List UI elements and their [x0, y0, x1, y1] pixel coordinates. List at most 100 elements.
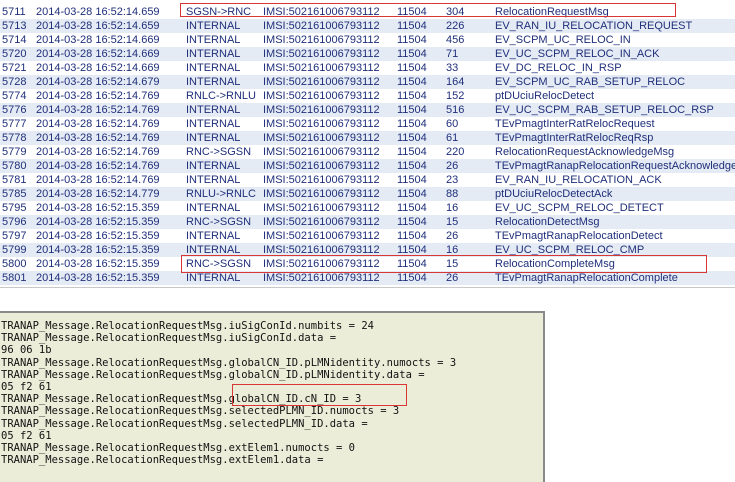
row-code: 11504	[397, 244, 427, 256]
table-row[interactable]: 5780 2014-03-28 16:52:14.769 INTERNAL IMSI:…	[0, 159, 735, 173]
decode-line: TRANAP_Message.RelocationRequestMsg.extE…	[1, 454, 324, 467]
row-timestamp: 2014-03-28 16:52:14.669	[36, 48, 160, 60]
row-message-name: ptDUciuRelocDetectAck	[495, 188, 613, 200]
table-row[interactable]: 5774 2014-03-28 16:52:14.769 RNLC->RNLU IMS…	[0, 89, 735, 103]
row-length: 33	[446, 62, 459, 74]
row-id: 5774	[2, 90, 27, 102]
row-message-name: EV_UC_SCPM_RELOC_CMP	[495, 244, 645, 256]
row-direction: INTERNAL	[186, 34, 241, 46]
row-length: 26	[446, 230, 459, 242]
row-id: 5778	[2, 132, 27, 144]
row-imsi: IMSI:502161006793112	[263, 174, 380, 186]
row-direction: RNC->SGSN	[186, 216, 252, 228]
table-row[interactable]: 5801 2014-03-28 16:52:15.359 INTERNAL IMSI:…	[0, 271, 735, 285]
table-row[interactable]: 5796 2014-03-28 16:52:15.359 RNC->SGSN IMSI…	[0, 215, 735, 229]
decode-line: TRANAP_Message.RelocationRequestMsg.iuSi…	[1, 332, 337, 345]
row-id: 5713	[2, 20, 27, 32]
row-id: 5780	[2, 160, 27, 172]
row-timestamp: 2014-03-28 16:52:14.769	[36, 174, 160, 186]
table-row[interactable]: 5713 2014-03-28 16:52:14.659 INTERNAL IMSI:…	[0, 19, 735, 33]
row-timestamp: 2014-03-28 16:52:15.359	[36, 258, 160, 270]
row-code: 11504	[397, 132, 427, 144]
table-row[interactable]: 5795 2014-03-28 16:52:15.359 INTERNAL IMSI:…	[0, 201, 735, 215]
row-code: 11504	[397, 146, 427, 158]
table-row[interactable]: 5799 2014-03-28 16:52:15.359 INTERNAL IMSI:…	[0, 243, 735, 257]
row-timestamp: 2014-03-28 16:52:14.669	[36, 62, 160, 74]
row-direction: INTERNAL	[186, 272, 241, 284]
row-id: 5781	[2, 174, 27, 186]
table-row[interactable]: 5781 2014-03-28 16:52:14.769 INTERNAL IMSI:…	[0, 173, 735, 187]
decode-line: TRANAP_Message.RelocationRequestMsg.sele…	[1, 417, 368, 430]
decode-line: TRANAP_Message.RelocationRequestMsg.sele…	[1, 405, 400, 418]
decode-line: TRANAP_Message.RelocationRequestMsg.iuSi…	[1, 320, 374, 332]
row-timestamp: 2014-03-28 16:52:14.769	[36, 160, 160, 172]
row-length: 220	[446, 146, 465, 158]
row-length: 15	[446, 216, 459, 228]
row-imsi: IMSI:502161006793112	[263, 244, 380, 256]
row-length: 61	[446, 132, 459, 144]
row-code: 11504	[397, 202, 427, 214]
decode-line: 05 f2 61	[1, 381, 52, 393]
row-id: 5777	[2, 118, 27, 130]
table-row[interactable]: 5711 2014-03-28 16:52:14.659 SGSN->RNC IMSI…	[0, 5, 735, 19]
table-row[interactable]: 5776 2014-03-28 16:52:14.769 INTERNAL IMSI:…	[0, 103, 735, 117]
row-imsi: IMSI:502161006793112	[263, 160, 380, 172]
row-id: 5720	[2, 48, 27, 60]
table-row[interactable]: 5785 2014-03-28 16:52:14.779 RNLU->RNLC IMS…	[0, 187, 735, 201]
row-id: 5721	[2, 62, 27, 74]
row-imsi: IMSI:502161006793112	[263, 132, 380, 144]
row-code: 11504	[397, 20, 427, 32]
row-id: 5801	[2, 272, 27, 284]
table-row[interactable]: 5714 2014-03-28 16:52:14.669 INTERNAL IMSI:…	[0, 33, 735, 47]
row-timestamp: 2014-03-28 16:52:14.669	[36, 34, 160, 46]
row-length: 456	[446, 34, 465, 46]
row-timestamp: 2014-03-28 16:52:15.359	[36, 202, 160, 214]
row-id: 5799	[2, 244, 27, 256]
row-id: 5800	[2, 258, 27, 270]
row-length: 15	[446, 258, 459, 270]
decode-line: TRANAP_Message.RelocationRequestMsg.glob…	[1, 368, 425, 381]
table-row[interactable]: 5721 2014-03-28 16:52:14.669 INTERNAL IMSI:…	[0, 61, 735, 75]
row-direction: RNC->SGSN	[186, 146, 252, 158]
row-code: 11504	[397, 48, 427, 60]
row-imsi: IMSI:502161006793112	[263, 104, 380, 116]
table-row[interactable]: 5720 2014-03-28 16:52:14.669 INTERNAL IMSI:…	[0, 47, 735, 61]
row-code: 11504	[397, 76, 427, 88]
row-code: 11504	[397, 118, 427, 130]
row-message-name: TEvPmagtRanapRelocationDetect	[495, 230, 663, 242]
row-timestamp: 2014-03-28 16:52:14.769	[36, 90, 160, 102]
row-imsi: IMSI:502161006793112	[263, 188, 380, 200]
row-direction: RNLC->RNLU	[186, 90, 256, 102]
row-timestamp: 2014-03-28 16:52:14.769	[36, 132, 160, 144]
row-direction: RNLU->RNLC	[186, 188, 256, 200]
decode-line: TRANAP_Message.RelocationRequestMsg.glob…	[1, 356, 457, 369]
row-imsi: IMSI:502161006793112	[263, 20, 380, 32]
decode-line: TRANAP_Message.RelocationRequestMsg.extE…	[1, 442, 356, 454]
decode-line: TRANAP_Message.RelocationRequestMsg.glob…	[1, 393, 362, 406]
row-direction: INTERNAL	[186, 118, 241, 130]
row-timestamp: 2014-03-28 16:52:14.769	[36, 146, 160, 158]
row-length: 226	[446, 20, 465, 32]
row-id: 5728	[2, 76, 27, 88]
row-message-name: RelocationCompleteMsg	[495, 258, 615, 270]
decoded-message-panel: TRANAP_Message.RelocationRequestMsg.iuSi…	[0, 311, 545, 482]
row-code: 11504	[397, 104, 427, 116]
table-row[interactable]: 5777 2014-03-28 16:52:14.769 INTERNAL IMSI:…	[0, 117, 735, 131]
table-row[interactable]: 5779 2014-03-28 16:52:14.769 RNC->SGSN IMSI…	[0, 145, 735, 159]
row-direction: INTERNAL	[186, 174, 241, 186]
table-row[interactable]: 5778 2014-03-28 16:52:14.769 INTERNAL IMSI:…	[0, 131, 735, 145]
row-length: 516	[446, 104, 465, 116]
row-direction: INTERNAL	[186, 160, 241, 172]
table-row[interactable]: 5800 2014-03-28 16:52:15.359 RNC->SGSN IMSI…	[0, 257, 735, 271]
table-row[interactable]: 5728 2014-03-28 16:52:14.679 INTERNAL IMSI:…	[0, 75, 735, 89]
row-length: 26	[446, 160, 459, 172]
row-length: 164	[446, 76, 465, 88]
row-length: 16	[446, 202, 459, 214]
row-code: 11504	[397, 34, 427, 46]
row-length: 23	[446, 174, 459, 186]
row-imsi: IMSI:502161006793112	[263, 118, 380, 130]
row-code: 11504	[397, 258, 427, 270]
row-timestamp: 2014-03-28 16:52:15.359	[36, 216, 160, 228]
table-row[interactable]: 5797 2014-03-28 16:52:15.359 INTERNAL IMSI:…	[0, 229, 735, 243]
row-code: 11504	[397, 160, 427, 172]
